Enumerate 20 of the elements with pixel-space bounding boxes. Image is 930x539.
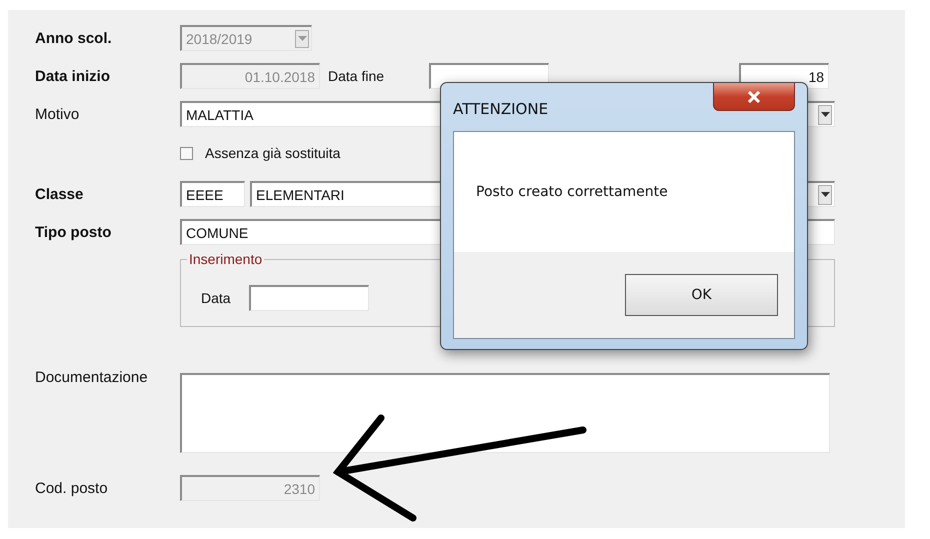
field-label: Data fine (328, 68, 384, 84)
field-label: Cod. posto (35, 480, 109, 496)
field-label: Anno scol. (35, 30, 113, 46)
group-title: Inserimento (187, 251, 264, 267)
close-button[interactable] (713, 83, 795, 111)
dialog-title: ATTENZIONE (453, 100, 548, 118)
field-label: Tipo posto (35, 224, 112, 240)
ok-button[interactable]: OK (625, 274, 778, 316)
field-label: Motivo (35, 106, 80, 122)
checkbox[interactable] (180, 146, 193, 160)
field-label: Data inizio (35, 68, 112, 84)
dialog-message: Posto creato correttamente (476, 184, 668, 200)
checkbox-label: Assenza già sostituita (205, 145, 340, 161)
field-label: Classe (35, 186, 84, 202)
field-label: Data (201, 290, 231, 306)
close-icon (747, 90, 761, 102)
date-field[interactable] (248, 285, 369, 311)
class-code-field[interactable]: EEEE (180, 181, 245, 207)
documentation-box[interactable] (180, 373, 830, 453)
field-label: Documentazione (35, 369, 149, 386)
